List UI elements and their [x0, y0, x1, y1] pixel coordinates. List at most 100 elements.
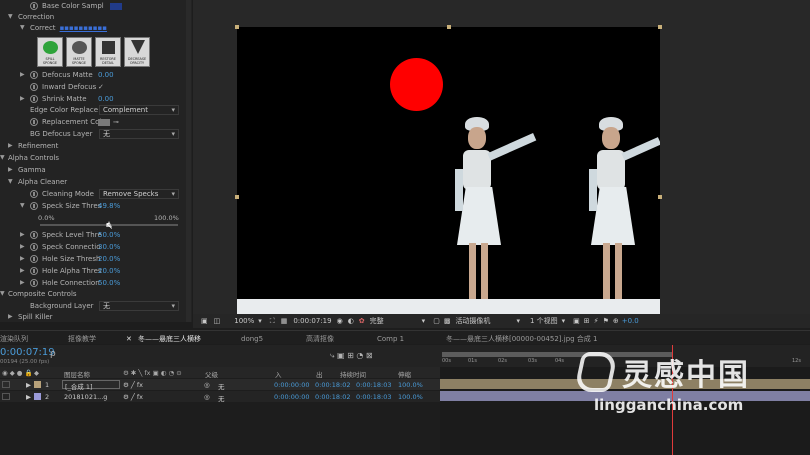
channel-icon[interactable]: ◐: [348, 317, 354, 325]
col-stretch[interactable]: 伸缩: [398, 369, 411, 379]
tab-render-queue[interactable]: 渲染队列: [0, 333, 28, 345]
tab-keying-lesson[interactable]: 抠像教学: [68, 333, 96, 345]
eyedropper-icon[interactable]: ⊸: [113, 118, 119, 126]
current-time-display[interactable]: 0:00:07:19: [293, 317, 331, 325]
label-color[interactable]: [34, 381, 41, 388]
layer-name[interactable]: [_合成 1]: [62, 380, 120, 391]
stopwatch-icon[interactable]: [30, 2, 38, 10]
zoom-dropdown[interactable]: 100%: [234, 317, 254, 325]
color-icon[interactable]: ✿: [359, 317, 365, 325]
visibility-toggle[interactable]: [2, 381, 10, 388]
stopwatch-icon[interactable]: [30, 190, 38, 198]
stopwatch-icon[interactable]: [30, 118, 38, 126]
chevron-right-icon[interactable]: ▶: [26, 381, 31, 389]
handle[interactable]: [235, 195, 239, 199]
timeline-tools-icons[interactable]: ⤷ ▣ ⊞ ◔ ⊠: [330, 351, 373, 361]
correct-row[interactable]: ▼ Correct ▪▪▪▪▪▪▪▪▪▪: [0, 22, 190, 34]
chevron-down-icon[interactable]: ▼: [20, 25, 26, 31]
chevron-right-icon[interactable]: ▶: [20, 232, 26, 238]
chevron-down-icon[interactable]: ▼: [8, 14, 14, 20]
grid-icon[interactable]: ▣: [201, 317, 208, 325]
background-layer-dropdown[interactable]: 无: [99, 301, 179, 311]
col-parent[interactable]: 父级: [205, 369, 218, 379]
chevron-down-icon[interactable]: ▼: [0, 155, 6, 161]
speck-size-thres-value[interactable]: 49.8%: [98, 202, 120, 210]
chevron-right-icon[interactable]: ▶: [20, 256, 26, 262]
defocus-matte-value[interactable]: 0.00: [98, 71, 114, 79]
tab-dong5[interactable]: dong5: [241, 333, 263, 345]
stopwatch-icon[interactable]: [30, 71, 38, 79]
mask-icon[interactable]: ◫: [214, 317, 221, 325]
col-in[interactable]: 入: [275, 369, 282, 379]
color-swatch[interactable]: [98, 118, 110, 126]
inward-defocus-checkbox[interactable]: ✓: [98, 83, 104, 91]
decrease-opacity-button[interactable]: DECREASE OPACITY: [124, 37, 150, 67]
col-layer-name[interactable]: 图层名称: [64, 369, 90, 379]
chevron-down-icon[interactable]: ▼: [8, 179, 14, 185]
camera-icon[interactable]: ◉: [337, 317, 343, 325]
stopwatch-icon[interactable]: [30, 255, 38, 263]
flowchart-icon[interactable]: ⚑: [603, 317, 609, 325]
chevron-right-icon[interactable]: ▶: [20, 244, 26, 250]
chevron-right-icon[interactable]: ▶: [8, 143, 14, 149]
camera-dropdown[interactable]: 活动摄像机: [455, 316, 490, 326]
label-color[interactable]: [34, 393, 41, 400]
stopwatch-icon[interactable]: [30, 267, 38, 275]
search-icon[interactable]: ρ: [50, 349, 56, 359]
transparency-icon[interactable]: ▦: [281, 317, 288, 325]
resolution-dropdown[interactable]: 完整: [370, 316, 384, 326]
toggle-icon[interactable]: ▣: [573, 317, 580, 325]
tab-comp-1[interactable]: Comp 1: [377, 333, 404, 345]
col-duration[interactable]: 持续时间: [340, 369, 366, 379]
stopwatch-icon[interactable]: [30, 202, 38, 210]
switch-icons[interactable]: ⚙ ╱ fx: [123, 393, 143, 401]
handle[interactable]: [658, 25, 662, 29]
timeline-current-time[interactable]: 0:00:07:19: [0, 347, 55, 358]
correct-link[interactable]: ▪▪▪▪▪▪▪▪▪▪: [60, 24, 107, 32]
bg-defocus-layer-dropdown[interactable]: 无: [99, 129, 179, 139]
restore-detail-button[interactable]: RESTORE DETAIL: [95, 37, 121, 67]
tab-sequence-comp[interactable]: 冬——悬底三人横移[00000-00452].jpg 合成 1: [446, 333, 597, 345]
edge-color-replace-dropdown[interactable]: Complement: [99, 105, 179, 115]
stopwatch-icon[interactable]: [30, 243, 38, 251]
layer-name[interactable]: 20181021...g: [64, 393, 107, 401]
chevron-down-icon[interactable]: ▼: [20, 203, 26, 209]
chevron-right-icon[interactable]: ▶: [20, 72, 26, 78]
roi-icon[interactable]: ▢: [433, 317, 440, 325]
chevron-right-icon[interactable]: ▶: [20, 268, 26, 274]
switch-icons[interactable]: ⚙ ╱ fx: [123, 381, 143, 389]
matte-sponge-button[interactable]: MATTE SPONGE: [66, 37, 92, 67]
reset-exposure-icon[interactable]: ⊕: [613, 317, 619, 325]
eye-icon[interactable]: ◉ ◆ ● 🔒: [2, 369, 33, 377]
alpha-cleaner-row[interactable]: ▼ Alpha Cleaner: [0, 176, 190, 188]
region-icon[interactable]: ⛶: [270, 317, 275, 326]
alpha-controls-row[interactable]: ▼ Alpha Controls: [0, 152, 190, 164]
gamma-row[interactable]: ▶ Gamma: [0, 164, 190, 176]
refinement-row[interactable]: ▶ Refinement: [0, 140, 190, 152]
handle[interactable]: [447, 25, 451, 29]
visibility-toggle[interactable]: [2, 393, 10, 400]
tab-hd-keying[interactable]: 高清抠像: [306, 333, 334, 345]
exposure-value[interactable]: +0.0: [622, 317, 639, 325]
composite-controls-row[interactable]: ▼ Composite Controls: [0, 288, 190, 300]
views-dropdown[interactable]: 1 个视图: [530, 316, 558, 326]
parent-pick-icon[interactable]: ◎: [204, 393, 210, 401]
shrink-matte-value[interactable]: 0.00: [98, 95, 114, 103]
chevron-right-icon[interactable]: ▶: [8, 167, 14, 173]
chevron-right-icon[interactable]: ▶: [26, 393, 31, 401]
stopwatch-icon[interactable]: [30, 95, 38, 103]
3d-icon[interactable]: ⊞: [584, 317, 590, 325]
chevron-right-icon[interactable]: ▶: [8, 314, 14, 320]
parent-dropdown[interactable]: 无: [218, 381, 225, 391]
stopwatch-icon[interactable]: [30, 279, 38, 287]
handle[interactable]: [658, 195, 662, 199]
stopwatch-icon[interactable]: [30, 83, 38, 91]
spill-sponge-button[interactable]: SPILL SPONGE: [37, 37, 63, 67]
tab-comp-main[interactable]: 冬——悬底三人横移: [138, 333, 201, 345]
parent-pick-icon[interactable]: ◎: [204, 381, 210, 389]
cleaning-mode-dropdown[interactable]: Remove Specks: [99, 189, 179, 199]
spill-killer-row[interactable]: ▶ Spill Killer: [0, 311, 190, 323]
chevron-right-icon[interactable]: ▶: [20, 280, 26, 286]
fast-preview-icon[interactable]: ⚡: [594, 317, 599, 325]
color-swatch[interactable]: [109, 2, 122, 10]
